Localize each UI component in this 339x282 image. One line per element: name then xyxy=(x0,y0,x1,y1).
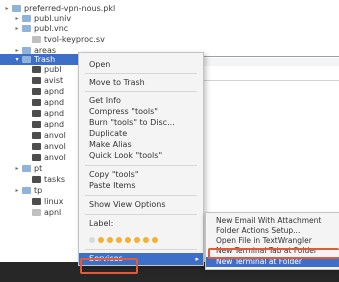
file-icon xyxy=(32,66,41,73)
folder-icon xyxy=(22,165,31,172)
menu-item-burn[interactable]: Burn "tools" to Disc... xyxy=(89,117,175,128)
menu-item-paste[interactable]: Paste Items xyxy=(89,180,136,191)
file-icon xyxy=(32,121,41,128)
menu-separator xyxy=(85,91,197,92)
tree-row-label: publ xyxy=(44,65,62,74)
folder-icon xyxy=(12,5,21,12)
file-icon xyxy=(32,36,41,43)
label-color-picker xyxy=(89,237,158,243)
tree-row[interactable]: apnd xyxy=(24,119,64,130)
disclosure-icon[interactable]: ▸ xyxy=(4,3,10,14)
tree-row[interactable]: anvol xyxy=(24,152,66,163)
file-icon xyxy=(32,132,41,139)
column-divider xyxy=(196,56,339,57)
tree-row[interactable]: ▸ tp xyxy=(14,185,42,196)
menu-item-duplicate[interactable]: Duplicate xyxy=(89,128,127,139)
tree-row[interactable]: apnd xyxy=(24,97,64,108)
folder-icon xyxy=(22,187,31,194)
disclosure-open-icon[interactable]: ▾ xyxy=(14,54,20,65)
label-color-dot[interactable] xyxy=(89,237,95,243)
menu-separator xyxy=(85,195,197,196)
menu-item-compress[interactable]: Compress "tools" xyxy=(89,106,158,117)
folder-icon xyxy=(22,25,31,32)
tree-row[interactable]: apnd xyxy=(24,108,64,119)
label-color-dot[interactable] xyxy=(107,237,113,243)
tree-row[interactable]: ▸ publ.vnc xyxy=(14,23,68,34)
menu-item-show-view-options[interactable]: Show View Options xyxy=(89,199,166,210)
folder-icon xyxy=(22,15,31,22)
tree-row-label: linux xyxy=(44,197,64,206)
tree-row-label: apnd xyxy=(44,87,65,96)
tree-row-label: apnd xyxy=(44,120,65,129)
menu-item-quick-look[interactable]: Quick Look "tools" xyxy=(89,150,162,161)
tree-row-label: apnd xyxy=(44,98,65,107)
menu-separator xyxy=(85,249,197,250)
label-color-dot[interactable] xyxy=(98,237,104,243)
disclosure-icon[interactable]: ▸ xyxy=(14,23,20,34)
file-icon xyxy=(32,88,41,95)
tree-row-label: anvol xyxy=(44,153,66,162)
column-divider xyxy=(196,80,339,81)
folder-icon xyxy=(22,47,31,54)
tree-row[interactable]: anvol xyxy=(24,130,66,141)
menu-separator xyxy=(85,214,197,215)
file-icon xyxy=(32,77,41,84)
menu-label-title: Label: xyxy=(89,219,114,228)
tree-row[interactable]: avist xyxy=(24,75,63,86)
file-icon xyxy=(32,99,41,106)
tree-row-label: apnd xyxy=(44,109,65,118)
label-color-dot[interactable] xyxy=(116,237,122,243)
menu-separator xyxy=(85,73,197,74)
tree-row[interactable]: publ xyxy=(24,64,61,75)
tree-row[interactable]: apnl xyxy=(24,207,61,218)
tree-row[interactable]: tvol-keyproc.sv xyxy=(24,34,105,45)
submenu-item-new-email[interactable]: New Email With Attachment xyxy=(216,216,321,226)
label-color-dot[interactable] xyxy=(143,237,149,243)
tree-row[interactable]: linux xyxy=(24,196,63,207)
label-color-dot[interactable] xyxy=(152,237,158,243)
terminal-tab-annotation-box xyxy=(208,248,339,259)
tree-row-label: pt xyxy=(34,164,43,173)
label-color-dot[interactable] xyxy=(125,237,131,243)
services-submenu: New Email With Attachment Folder Actions… xyxy=(205,212,339,270)
menu-item-open[interactable]: Open xyxy=(89,59,110,70)
menu-item-make-alias[interactable]: Make Alias xyxy=(89,139,132,150)
menu-item-get-info[interactable]: Get Info xyxy=(89,95,121,106)
file-icon xyxy=(32,209,41,216)
folder-icon xyxy=(22,56,31,63)
label-color-dot[interactable] xyxy=(134,237,140,243)
disclosure-icon[interactable]: ▸ xyxy=(14,185,20,196)
submenu-item-folder-actions[interactable]: Folder Actions Setup... xyxy=(216,226,300,236)
disclosure-icon[interactable]: ▸ xyxy=(14,163,20,174)
file-icon xyxy=(32,110,41,117)
menu-item-move-to-trash[interactable]: Move to Trash xyxy=(89,77,145,88)
tree-row-label: anvol xyxy=(44,131,66,140)
services-annotation-box xyxy=(80,258,138,274)
tree-row-label: avist xyxy=(44,76,64,85)
file-icon xyxy=(32,176,41,183)
file-icon xyxy=(32,143,41,150)
tree-row-label: anvol xyxy=(44,142,66,151)
tree-row[interactable]: anvol xyxy=(24,141,66,152)
tree-row[interactable]: ▸ pt xyxy=(14,163,42,174)
tree-row[interactable]: apnd xyxy=(24,86,64,97)
menu-separator xyxy=(85,165,197,166)
file-icon xyxy=(32,198,41,205)
tree-row[interactable]: tasks xyxy=(24,174,65,185)
tree-row-label: tp xyxy=(34,186,43,195)
menu-item-copy[interactable]: Copy "tools" xyxy=(89,169,139,180)
tree-row-label: tasks xyxy=(44,175,66,184)
file-icon xyxy=(32,154,41,161)
column-header xyxy=(196,58,339,66)
submenu-arrow-icon: ▸ xyxy=(195,255,199,263)
tree-row-label: publ.vnc xyxy=(34,24,69,33)
context-menu: Open Move to Trash Get Info Compress "to… xyxy=(78,52,204,266)
tree-row-label: tvol-keyproc.sv xyxy=(44,35,105,44)
submenu-item-open-textwrangler[interactable]: Open File in TextWrangler xyxy=(216,236,312,246)
tree-row-label: apnl xyxy=(44,208,62,217)
